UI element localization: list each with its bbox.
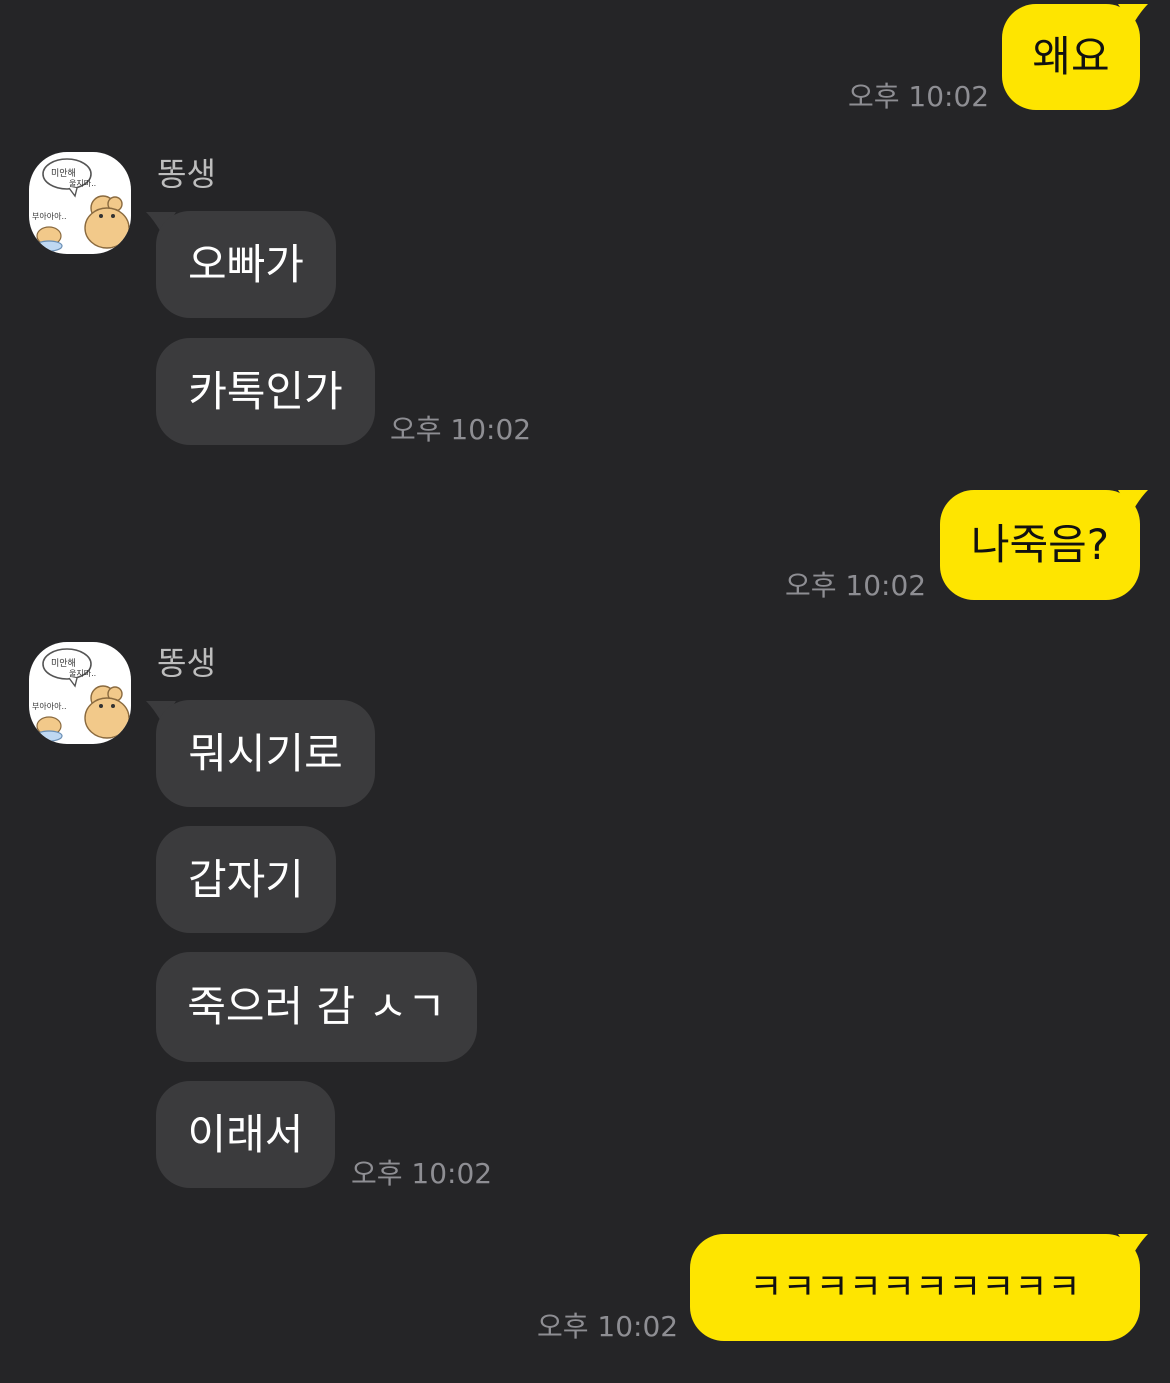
avatar-text: 부아아아..: [32, 212, 67, 221]
avatar-text: 울지마..: [69, 669, 97, 678]
bubble-tail-icon: [1118, 1234, 1148, 1256]
message-timestamp: 오후 10:02: [848, 80, 990, 113]
bubble-tail-icon: [1118, 4, 1148, 26]
outgoing-message-bubble[interactable]: ㅋㅋㅋㅋㅋㅋㅋㅋㅋㅋ: [690, 1234, 1140, 1341]
incoming-message-bubble[interactable]: 갑자기: [156, 826, 336, 933]
sender-name: 똥생: [157, 644, 216, 682]
sender-avatar[interactable]: 미안해 울지마.. 부아아아..: [29, 642, 131, 744]
incoming-message-bubble[interactable]: 죽으러 감 ㅅㄱ: [156, 952, 477, 1062]
incoming-message-bubble[interactable]: 카톡인가: [156, 338, 375, 445]
sender-name: 똥생: [157, 155, 216, 193]
bear-sticker-avatar-icon: [35, 648, 130, 742]
bubble-tail-icon: [1118, 490, 1148, 512]
outgoing-message-bubble[interactable]: 나죽음?: [940, 490, 1140, 600]
message-timestamp: 오후 10:02: [390, 413, 532, 446]
incoming-message-bubble[interactable]: 오빠가: [156, 211, 336, 318]
message-timestamp: 오후 10:02: [537, 1310, 679, 1343]
incoming-message-bubble[interactable]: 뭐시기로: [156, 700, 375, 807]
incoming-message-bubble[interactable]: 이래서: [156, 1081, 335, 1188]
avatar-text: 울지마..: [69, 179, 97, 188]
sender-avatar[interactable]: 미안해 울지마.. 부아아아..: [29, 152, 131, 254]
avatar-text: 부아아아..: [32, 702, 67, 711]
message-timestamp: 오후 10:02: [351, 1157, 493, 1190]
message-timestamp: 오후 10:02: [785, 569, 927, 602]
bear-sticker-avatar-icon: [35, 158, 130, 252]
